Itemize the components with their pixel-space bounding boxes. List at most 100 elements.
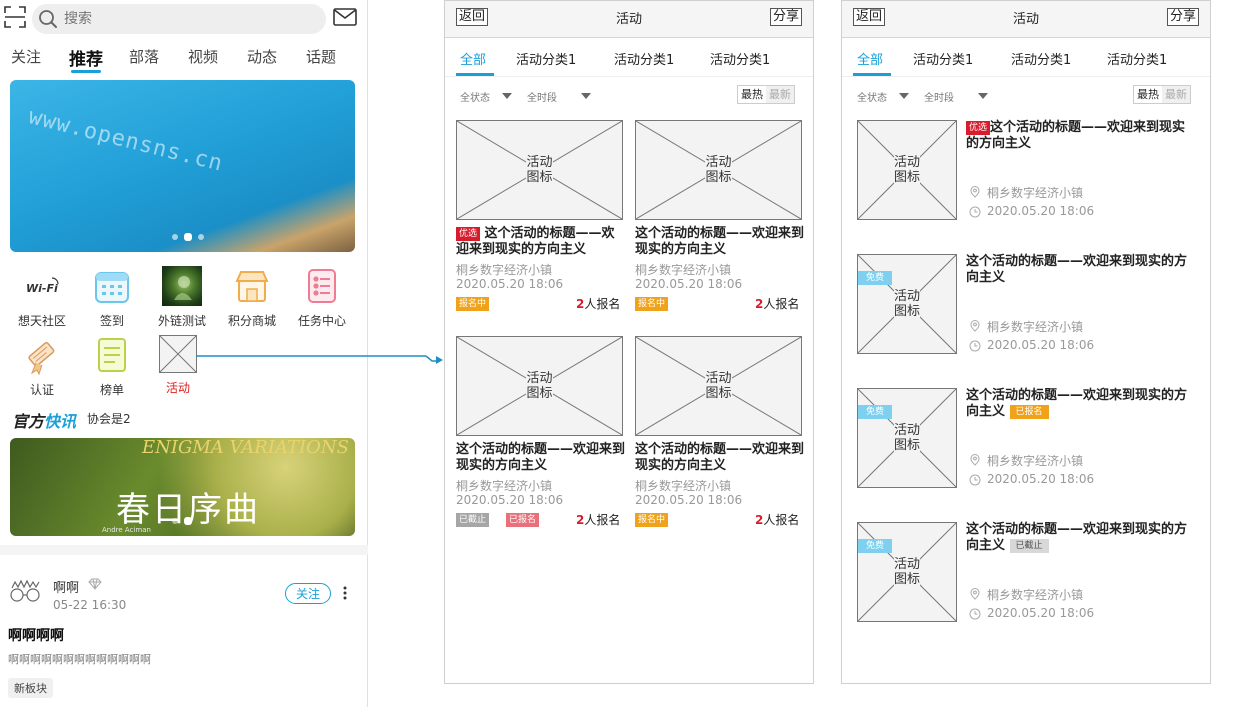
activity-image-placeholder[interactable]: 活动 图标	[857, 522, 957, 622]
chevron-down-icon[interactable]	[502, 93, 512, 99]
section-divider	[0, 545, 368, 555]
grid-item-checkin[interactable]: 签到	[80, 266, 144, 329]
grid-item-task-center[interactable]: 任务中心	[290, 266, 354, 329]
grid-item-ranking[interactable]: 榜单	[80, 335, 144, 398]
tab-category[interactable]: 活动分类1	[516, 49, 576, 68]
tab-category[interactable]: 活动分类1	[1107, 49, 1167, 68]
activity-image-placeholder[interactable]: 活动 图标	[857, 120, 957, 220]
category-tabs: 全部 活动分类1 活动分类1 活动分类1	[842, 39, 1210, 77]
signup-count: 2人报名	[755, 297, 800, 311]
activity-title[interactable]: 优选 这个活动的标题——欢迎来到现实的方向主义	[456, 226, 626, 258]
tab-tribe[interactable]: 部落	[129, 46, 159, 67]
carousel-banner[interactable]: www.opensns.cn	[10, 80, 355, 252]
tab-category[interactable]: 活动分类1	[710, 49, 770, 68]
tab-topic[interactable]: 话题	[306, 46, 336, 67]
activity-title[interactable]: 这个活动的标题——欢迎来到现实的方向主义	[635, 226, 805, 258]
shop-icon	[232, 266, 272, 306]
activity-title[interactable]: 这个活动的标题——欢迎来到现实的方向主义	[966, 254, 1196, 286]
activity-image-placeholder[interactable]: 活动 图标	[456, 336, 623, 436]
placeholder-icon	[159, 335, 197, 373]
status-badge: 已截止	[456, 513, 490, 527]
activity-image-placeholder[interactable]: 活动 图标	[456, 120, 623, 220]
grid-label: 外链测试	[157, 314, 206, 328]
sort-toggle[interactable]: 最热 最新	[737, 85, 795, 104]
grid-item-points-mall[interactable]: 积分商城	[220, 266, 284, 329]
banner-english-title: ENIGMA VARIATIONS	[142, 438, 349, 458]
grid-label: 活动	[165, 381, 190, 395]
tab-feed[interactable]: 动态	[247, 46, 277, 67]
ranking-icon	[92, 335, 132, 375]
sort-new[interactable]: 最新	[766, 86, 794, 103]
activity-date: 2020.05.20 18:06	[456, 493, 564, 507]
sort-toggle[interactable]: 最热 最新	[1133, 85, 1191, 104]
tab-category[interactable]: 活动分类1	[913, 49, 973, 68]
follow-button[interactable]: 关注	[285, 583, 331, 604]
tab-video[interactable]: 视频	[188, 46, 218, 67]
placeholder-text: 活动 图标	[893, 557, 920, 587]
chevron-down-icon[interactable]	[978, 93, 988, 99]
grid-label: 榜单	[99, 383, 124, 397]
grid-label: 签到	[99, 314, 124, 328]
sort-hot[interactable]: 最热	[738, 86, 766, 103]
signup-count: 2人报名	[755, 513, 800, 527]
activity-image-placeholder[interactable]: 活动 图标	[635, 336, 802, 436]
activity-title[interactable]: 优选 这个活动的标题——欢迎来到现实的方向主义	[966, 120, 1196, 152]
activity-title[interactable]: 这个活动的标题——欢迎来到现实的方向主义 已截止	[966, 522, 1196, 554]
search-input[interactable]	[64, 9, 304, 29]
carousel-dots	[172, 233, 204, 241]
activity-title[interactable]: 这个活动的标题——欢迎来到现实的方向主义 已报名	[966, 388, 1196, 420]
share-button[interactable]: 分享	[769, 8, 802, 26]
location-pin-icon	[970, 588, 980, 600]
activity-title[interactable]: 这个活动的标题——欢迎来到现实的方向主义	[456, 442, 626, 474]
post-body[interactable]: 啊啊啊啊啊啊啊啊啊啊啊啊啊	[8, 651, 151, 667]
diamond-icon	[88, 578, 102, 590]
activity-image-placeholder[interactable]: 活动 图标	[857, 388, 957, 488]
tab-category[interactable]: 活动分类1	[614, 49, 674, 68]
tab-follow[interactable]: 关注	[11, 46, 41, 67]
grid-item-activity[interactable]: 活动	[146, 335, 210, 396]
sort-new[interactable]: 最新	[1162, 86, 1190, 103]
chevron-down-icon[interactable]	[581, 93, 591, 99]
search-box[interactable]	[32, 4, 326, 34]
post-author-name[interactable]: 啊啊	[53, 577, 79, 596]
news-ticker-text[interactable]: 协会是2	[87, 410, 131, 427]
chevron-down-icon[interactable]	[899, 93, 909, 99]
time-filter[interactable]: 全时段	[527, 89, 557, 104]
scan-icon[interactable]	[4, 6, 26, 28]
mail-icon[interactable]	[333, 8, 357, 26]
clock-icon	[969, 206, 981, 218]
activity-title[interactable]: 这个活动的标题——欢迎来到现实的方向主义	[635, 442, 805, 474]
tab-all[interactable]: 全部	[857, 49, 883, 68]
grid-item-external-link[interactable]: 外链测试	[150, 266, 214, 329]
search-icon	[39, 10, 57, 28]
featured-badge: 优选	[456, 227, 481, 241]
status-filter[interactable]: 全状态	[460, 89, 490, 104]
post-tag[interactable]: 新板块	[8, 678, 53, 698]
activity-image-placeholder[interactable]: 活动 图标	[635, 120, 802, 220]
tab-all[interactable]: 全部	[460, 49, 486, 68]
promo-banner[interactable]: ENIGMA VARIATIONS 春日序曲 Andre Aciman	[10, 438, 355, 536]
time-filter[interactable]: 全时段	[924, 89, 954, 104]
share-button[interactable]: 分享	[1166, 8, 1199, 26]
free-badge: 免费	[858, 405, 893, 419]
activity-image-placeholder[interactable]: 活动 图标	[857, 254, 957, 354]
location-pin-icon	[970, 454, 980, 466]
activity-location: 桐乡数字经济小镇	[987, 588, 1084, 602]
tab-category[interactable]: 活动分类1	[1011, 49, 1071, 68]
placeholder-text: 活动 图标	[705, 371, 732, 401]
grid-item-certify[interactable]: 认证	[10, 335, 74, 398]
screen-title: 活动	[615, 12, 642, 27]
nav-header: 返回 活动 分享	[445, 1, 813, 38]
avatar[interactable]	[8, 578, 42, 606]
sort-hot[interactable]: 最热	[1134, 86, 1162, 103]
status-filter[interactable]: 全状态	[857, 89, 887, 104]
svg-text:Wi-Fi: Wi-Fi	[26, 282, 58, 295]
activity-date: 2020.05.20 18:06	[987, 472, 1095, 486]
activity-location: 桐乡数字经济小镇	[456, 263, 553, 277]
post-title[interactable]: 啊啊啊啊	[8, 625, 64, 645]
clock-icon	[969, 608, 981, 620]
carousel-dots	[172, 517, 192, 525]
more-options-icon[interactable]	[343, 586, 347, 600]
tab-recommend[interactable]: 推荐	[69, 45, 103, 70]
grid-item-community[interactable]: Wi-Fi 想天社区	[10, 266, 74, 329]
